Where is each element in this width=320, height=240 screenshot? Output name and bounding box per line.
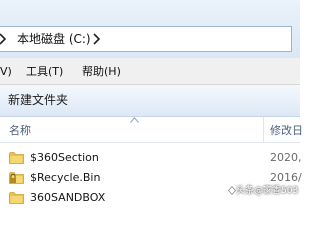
sort-ascending-icon bbox=[130, 117, 139, 123]
chevron-right-icon[interactable] bbox=[0, 33, 6, 45]
menu-help[interactable]: 帮助(H) bbox=[82, 65, 121, 79]
address-bar[interactable]: 本地磁盘 (C:) bbox=[0, 26, 292, 52]
new-folder-button[interactable]: 新建文件夹 bbox=[0, 91, 74, 109]
watermark-logo-icon bbox=[228, 186, 236, 195]
column-header: 名称 修改日 bbox=[0, 117, 303, 143]
address-bar-area: 本地磁盘 (C:) bbox=[0, 0, 300, 58]
menu-view[interactable]: V) bbox=[0, 65, 12, 79]
column-header-date-modified[interactable]: 修改日 bbox=[270, 124, 303, 138]
list-item[interactable]: $360Section 2020, bbox=[0, 148, 302, 168]
command-bar: 新建文件夹 bbox=[0, 85, 300, 117]
column-header-name[interactable]: 名称 bbox=[9, 124, 31, 138]
menu-bar: V) 工具(T) 帮助(H) bbox=[0, 58, 300, 85]
folder-icon bbox=[9, 152, 24, 164]
column-divider[interactable] bbox=[263, 117, 264, 143]
folder-icon bbox=[9, 192, 24, 204]
file-date: 2020, bbox=[270, 151, 302, 164]
file-name: $Recycle.Bin bbox=[30, 171, 101, 184]
file-name: $360Section bbox=[30, 151, 99, 164]
watermark-text: 头条@家香503 bbox=[236, 186, 299, 196]
address-location[interactable]: 本地磁盘 (C:) bbox=[17, 30, 91, 48]
chevron-right-icon[interactable] bbox=[93, 33, 100, 45]
file-date: 2016/ bbox=[270, 171, 302, 184]
menu-tools[interactable]: 工具(T) bbox=[26, 65, 63, 79]
file-name: 360SANDBOX bbox=[30, 191, 106, 204]
locked-folder-icon bbox=[9, 172, 24, 184]
